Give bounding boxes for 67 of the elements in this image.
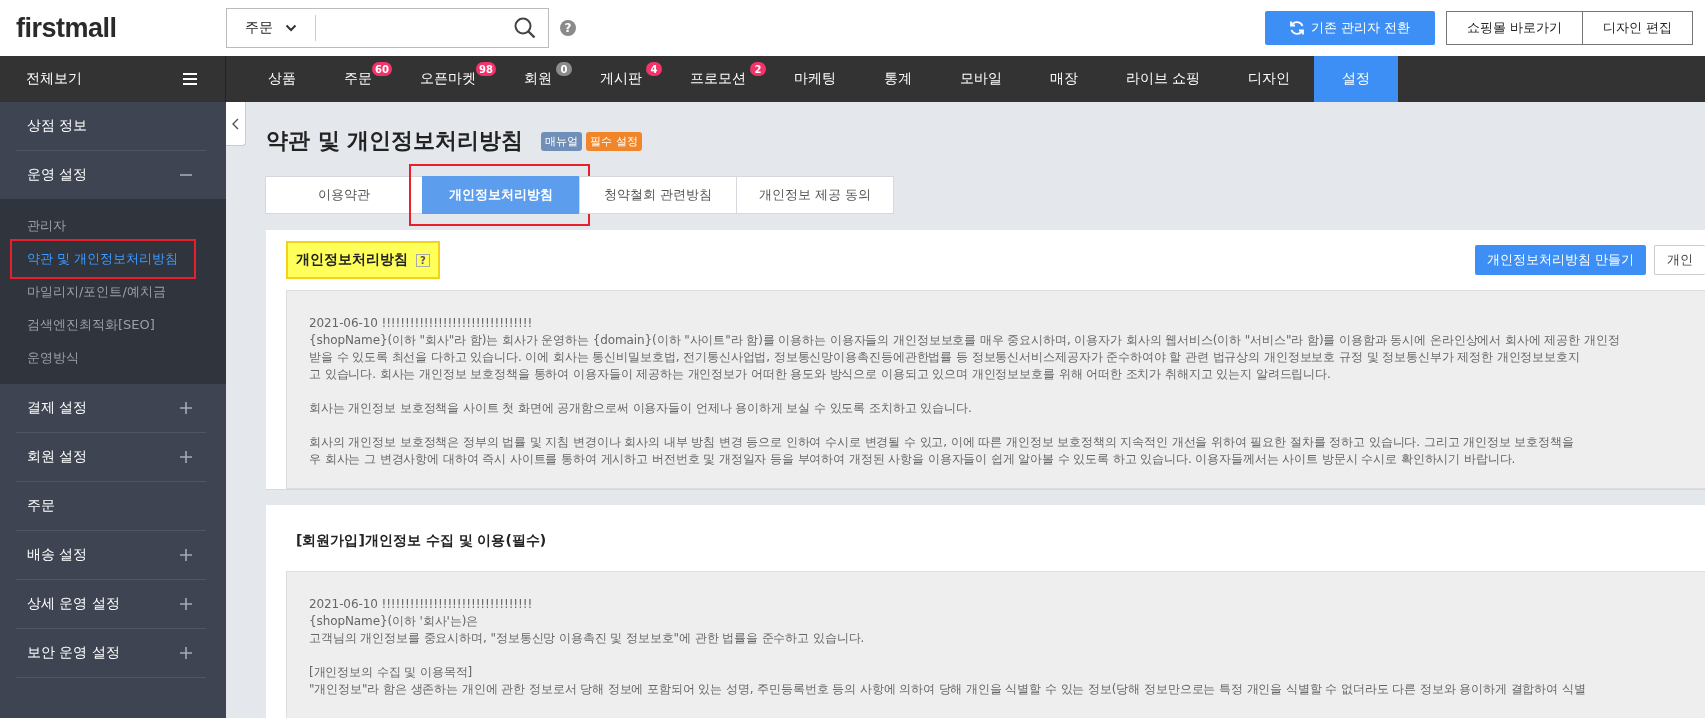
- all-menu-label: 전체보기: [26, 70, 82, 88]
- sidebar-item[interactable]: 배송 설정: [16, 531, 206, 580]
- sidebar-subitem[interactable]: 마일리지/포인트/예치금: [27, 282, 166, 301]
- plus-icon[interactable]: [180, 549, 192, 561]
- policy-text-box[interactable]: [286, 571, 1705, 718]
- policy-text-line: 회사의 개인정보 보호정책은 정부의 법률 및 지침 변경이나 회사의 내부 방침 변경 등으로 인하여 수시로 변경될 수 있고, 이에 따른 개인정보 보호정책의 지속적인 개선을 위하여 필요한 절차를 정하고 있습니다. 그리고 개인정보 보호정책을: [309, 434, 1575, 451]
- chevron-left-icon: [232, 117, 239, 130]
- nav-tab[interactable]: 통계: [860, 56, 936, 102]
- menu-icon[interactable]: [183, 73, 197, 85]
- nav-tab[interactable]: 회원 0: [500, 56, 576, 102]
- nav-tab[interactable]: 오픈마켓 98: [396, 56, 500, 102]
- search-field[interactable]: 주문: [226, 8, 549, 48]
- nav-tab[interactable]: 디자인: [1224, 56, 1315, 102]
- page-title: 약관 및 개인정보처리방침: [266, 127, 524, 155]
- count-badge: 0: [556, 62, 572, 76]
- tab[interactable]: 이용약관: [265, 176, 423, 214]
- nav-tab[interactable]: 게시판 4: [576, 56, 666, 102]
- refresh-icon: [1289, 20, 1306, 36]
- count-badge: 60: [372, 62, 392, 76]
- firstmall-logo[interactable]: firstmall: [16, 12, 117, 43]
- policy-text-line: 2021-06-10 !!!!!!!!!!!!!!!!!!!!!!!!!!!!!!!!: [309, 596, 534, 613]
- policy-text-line: 2021-06-10 !!!!!!!!!!!!!!!!!!!!!!!!!!!!!!!!: [309, 315, 534, 332]
- header-button[interactable]: 디자인 편집: [1581, 11, 1693, 45]
- sidebar-item[interactable]: 상세 운영 설정: [16, 580, 206, 629]
- policy-text-line: {shopName}(이하 '회사'는)은: [309, 613, 480, 630]
- policy-text-line: 받을 수 있도록 최선을 다하고 있습니다. 이에 회사는 통신비밀보호법, 전기통신사업법, 정보통신망이용촉진등에관한법률 등 정보통신서비스제공자가 준수하여야 할 관련 법규상의 개인정보보호 규정 및 정보통신부가 제정한 개인정보보호지: [309, 349, 1581, 366]
- sidebar-subitem[interactable]: 관리자: [27, 216, 66, 235]
- nav-tab[interactable]: 라이브 쇼핑: [1102, 56, 1225, 102]
- nav-tab[interactable]: 상품: [244, 56, 320, 102]
- policy-text-box[interactable]: [286, 290, 1705, 489]
- policy-text-line: 회사는 개인정보 보호정책을 사이트 첫 화면에 공개함으로써 이용자들이 언제나 용이하게 보실 수 있도록 조치하고 있습니다.: [309, 400, 973, 417]
- plus-icon[interactable]: [180, 402, 192, 414]
- chevron-down-icon: [285, 24, 297, 32]
- sidebar-subitem[interactable]: 운영방식: [27, 348, 79, 367]
- plus-icon[interactable]: [180, 647, 192, 659]
- tab[interactable]: 개인정보 제공 동의: [736, 176, 894, 214]
- policy-text-line: {shopName}(이하 "회사"라 함)는 회사가 운영하는 {domain}(이하 "사이트"라 함)를 이용하는 이용자들의 개인정보보호를 매우 중요시하며, 이용자가 회사의 웹서비스(이하 "서비스"라 함)를 이용함과 동시에 온라인상에서 회사에 제공한 개인정: [309, 332, 1621, 349]
- sidebar-subitem[interactable]: 검색엔진최적화[SEO]: [27, 315, 155, 334]
- nav-tab[interactable]: 마케팅: [770, 56, 860, 102]
- collapse-button[interactable]: [226, 102, 246, 146]
- policy-text-line: 고객님의 개인정보를 중요시하며, "정보통신망 이용촉진 및 정보보호"에 관한 법률을 준수하고 있습니다.: [309, 630, 866, 647]
- policy-text-line: 고 있습니다. 회사는 개인정보 보호정책을 통하여 이용자들이 제공하는 개인정보가 어떠한 용도와 방식으로 이용되고 있으며 개인정보보호를 위해 어떠한 조치가 취해지고 있는지 알려드립니다.: [309, 366, 1332, 383]
- help-icon[interactable]: ?: [416, 253, 430, 267]
- nav-tab[interactable]: 프로모션 2: [666, 56, 770, 102]
- nav-tab[interactable]: 모바일: [936, 56, 1026, 102]
- sidebar-item[interactable]: 보안 운영 설정: [16, 629, 206, 678]
- count-badge: 4: [646, 62, 662, 76]
- section-button[interactable]: 개인: [1654, 245, 1705, 275]
- sidebar-subitem[interactable]: 약관 및 개인정보처리방침: [27, 249, 179, 268]
- count-badge: 2: [750, 62, 766, 76]
- section-title: 개인정보처리방침: [296, 251, 408, 269]
- header-button[interactable]: 쇼핑몰 바로가기: [1445, 11, 1583, 45]
- policy-text-line: [개인정보의 수집 및 이용목적]: [309, 664, 474, 681]
- plus-icon[interactable]: [180, 451, 192, 463]
- search-icon[interactable]: [514, 17, 536, 39]
- section-title: [회원가입]개인정보 수집 및 이용(필수): [296, 532, 547, 550]
- policy-text-line: "개인정보"라 함은 생존하는 개인에 관한 정보로서 당해 정보에 포함되어 있는 성명, 주민등록번호 등의 사항에 의하여 당해 개인을 식별할 수 있는 정보(당해 정보만으로는 특정 개인을 식별할 수 없더라도 다른 정보와 용이하게 결합하여 식별: [309, 681, 1587, 698]
- tab[interactable]: 청약철회 관련방침: [579, 176, 737, 214]
- nav-tab[interactable]: 주문 60: [320, 56, 396, 102]
- count-badge: 98: [476, 62, 496, 76]
- sidebar-item[interactable]: 상점 정보: [16, 102, 206, 151]
- nav-tab[interactable]: 매장: [1026, 56, 1102, 102]
- sidebar-item[interactable]: 결제 설정: [16, 384, 206, 433]
- sidebar-item[interactable]: 회원 설정: [16, 433, 206, 482]
- policy-text-line: 우 회사는 그 변경사항에 대하여 즉시 사이트를 통하여 게시하고 버전번호 및 개정일자 등을 부여하여 개정된 사항을 이용자들이 쉽게 알아볼 수 있도록 하고 있습니다. 이용자들께서는 사이트 방문시 수시로 확인하시기 바랍니다.: [309, 451, 1517, 468]
- plus-icon[interactable]: [180, 598, 192, 610]
- sidebar-item[interactable]: 주문: [16, 482, 206, 531]
